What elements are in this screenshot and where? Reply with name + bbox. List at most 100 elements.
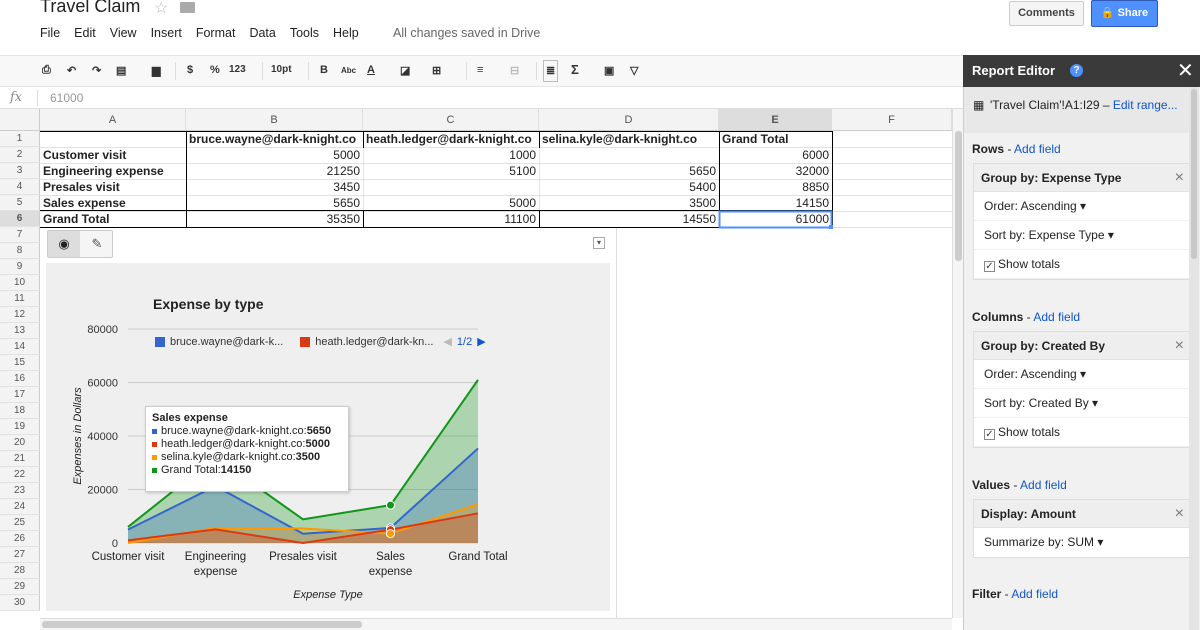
row-header[interactable]: 17 xyxy=(0,387,40,403)
menu-help[interactable]: Help xyxy=(333,26,359,40)
bold-button[interactable]: B xyxy=(320,64,328,76)
table-cell[interactable]: 8850 xyxy=(719,179,832,195)
currency-button[interactable]: $ xyxy=(187,64,193,76)
table-cell[interactable]: 5000 xyxy=(186,147,363,163)
row-header[interactable]: 18 xyxy=(0,403,40,419)
table-header-cell[interactable] xyxy=(40,131,186,147)
menu-insert[interactable]: Insert xyxy=(151,26,182,40)
vertical-scroll-thumb[interactable] xyxy=(955,131,962,261)
table-header-cell[interactable]: Grand Total xyxy=(719,131,832,147)
menu-edit[interactable]: Edit xyxy=(74,26,96,40)
row-header[interactable]: 3 xyxy=(0,163,40,179)
table-cell[interactable]: 6000 xyxy=(719,147,832,163)
row-header[interactable]: 23 xyxy=(0,483,40,499)
col-header-a[interactable]: A xyxy=(40,109,186,131)
percent-button[interactable]: % xyxy=(210,64,220,76)
editor-scroll-thumb[interactable] xyxy=(1191,89,1197,259)
columns-show-totals-checkbox[interactable]: ✓ Show totals xyxy=(974,418,1194,447)
remove-columns-group-icon[interactable]: × xyxy=(1175,332,1184,360)
table-cell[interactable]: 5000 xyxy=(363,195,539,211)
horizontal-scrollbar[interactable] xyxy=(40,618,952,630)
row-header[interactable]: 7 xyxy=(0,227,40,243)
row-header[interactable]: 25 xyxy=(0,515,40,531)
table-cell[interactable]: Engineering expense xyxy=(40,163,186,179)
doc-title[interactable]: Travel Claim xyxy=(40,0,140,17)
row-header[interactable]: 26 xyxy=(0,531,40,547)
table-cell[interactable]: 32000 xyxy=(719,163,832,179)
row-header[interactable]: 4 xyxy=(0,179,40,195)
row-header[interactable]: 13 xyxy=(0,323,40,339)
paste-icon[interactable]: ▤ xyxy=(116,64,126,77)
rows-sort-dropdown[interactable]: Sort by: Expense Type ▾ xyxy=(974,221,1194,250)
table-cell[interactable]: 3500 xyxy=(539,195,719,211)
table-cell[interactable]: Sales expense xyxy=(40,195,186,211)
menu-format[interactable]: Format xyxy=(196,26,236,40)
close-editor-icon[interactable]: ✕ xyxy=(1177,58,1194,83)
table-cell[interactable]: 21250 xyxy=(186,163,363,179)
editor-scrollbar[interactable] xyxy=(1189,87,1199,630)
row-header[interactable]: 2 xyxy=(0,147,40,163)
strikethrough-button[interactable]: Abc xyxy=(341,66,356,75)
row-header[interactable]: 21 xyxy=(0,451,40,467)
row-header[interactable]: 28 xyxy=(0,563,40,579)
row-header[interactable]: 29 xyxy=(0,579,40,595)
row-header[interactable]: 16 xyxy=(0,371,40,387)
fill-color-icon[interactable]: ◪ xyxy=(400,64,410,77)
filter-add-field-link[interactable]: Add field xyxy=(1011,587,1058,601)
select-all-corner[interactable] xyxy=(0,109,40,131)
vertical-scrollbar[interactable] xyxy=(952,109,963,618)
row-header[interactable]: 27 xyxy=(0,547,40,563)
undo-icon[interactable]: ↶ xyxy=(67,64,76,77)
share-button[interactable]: 🔒 Share xyxy=(1091,0,1158,27)
table-cell[interactable]: 3450 xyxy=(186,179,363,195)
edit-range-link[interactable]: Edit range... xyxy=(1113,98,1178,112)
view-eye-icon[interactable]: ◉ xyxy=(48,231,80,257)
paint-format-icon[interactable]: ▆ xyxy=(152,64,160,77)
legend-item-bruce[interactable]: bruce.wayne@dark-k... xyxy=(170,336,283,348)
table-cell[interactable]: 1000 xyxy=(363,147,539,163)
menu-tools[interactable]: Tools xyxy=(290,26,319,40)
table-cell[interactable]: 14150 xyxy=(719,195,832,211)
functions-button[interactable]: Σ xyxy=(571,62,579,77)
table-cell[interactable]: 5400 xyxy=(539,179,719,195)
legend-prev-icon[interactable]: ◀ xyxy=(443,335,451,348)
col-header-e[interactable]: E xyxy=(719,109,832,131)
help-icon[interactable]: ? xyxy=(1070,64,1083,77)
folder-icon[interactable] xyxy=(180,2,195,13)
legend-item-heath[interactable]: heath.ledger@dark-kn... xyxy=(315,336,433,348)
edit-pencil-icon[interactable]: ✎ xyxy=(81,231,113,257)
columns-sort-dropdown[interactable]: Sort by: Created By ▾ xyxy=(974,389,1194,418)
row-header[interactable]: 8 xyxy=(0,243,40,259)
rows-order-dropdown[interactable]: Order: Ascending ▾ xyxy=(974,192,1194,221)
text-color-button[interactable]: A xyxy=(367,64,375,76)
table-cell[interactable]: Customer visit xyxy=(40,147,186,163)
pivot-icon[interactable]: ▣ xyxy=(604,64,614,77)
table-cell[interactable]: 61000 xyxy=(719,211,832,227)
row-header[interactable]: 24 xyxy=(0,499,40,515)
rows-show-totals-checkbox[interactable]: ✓ Show totals xyxy=(974,250,1194,279)
filter-icon[interactable]: ▽ xyxy=(630,64,638,77)
row-header[interactable]: 5 xyxy=(0,195,40,211)
table-header-cell[interactable]: selina.kyle@dark-knight.co xyxy=(539,131,719,147)
col-header-b[interactable]: B xyxy=(186,109,363,131)
align-icon[interactable]: ≡ xyxy=(477,64,483,76)
row-header[interactable]: 6 xyxy=(0,211,40,227)
table-cell[interactable]: 14550 xyxy=(539,211,719,227)
horizontal-scroll-thumb[interactable] xyxy=(42,621,362,628)
table-cell[interactable] xyxy=(539,147,719,163)
col-header-c[interactable]: C xyxy=(363,109,539,131)
table-cell[interactable]: Presales visit xyxy=(40,179,186,195)
print-icon[interactable]: ⎙ xyxy=(42,64,51,77)
table-cell[interactable]: 11100 xyxy=(363,211,539,227)
chart-menu-dropdown-icon[interactable]: ▾ xyxy=(593,237,605,249)
redo-icon[interactable]: ↷ xyxy=(92,64,101,77)
col-header-f[interactable]: F xyxy=(832,109,952,131)
row-header[interactable]: 12 xyxy=(0,307,40,323)
row-header[interactable]: 9 xyxy=(0,259,40,275)
summarize-dropdown[interactable]: Summarize by: SUM ▾ xyxy=(974,528,1194,557)
row-header[interactable]: 1 xyxy=(0,131,40,147)
merge-icon[interactable]: ⊟ xyxy=(510,64,519,77)
row-header[interactable]: 19 xyxy=(0,419,40,435)
wrap-text-icon[interactable]: ≣ xyxy=(543,60,559,82)
star-icon[interactable]: ☆ xyxy=(154,0,168,18)
